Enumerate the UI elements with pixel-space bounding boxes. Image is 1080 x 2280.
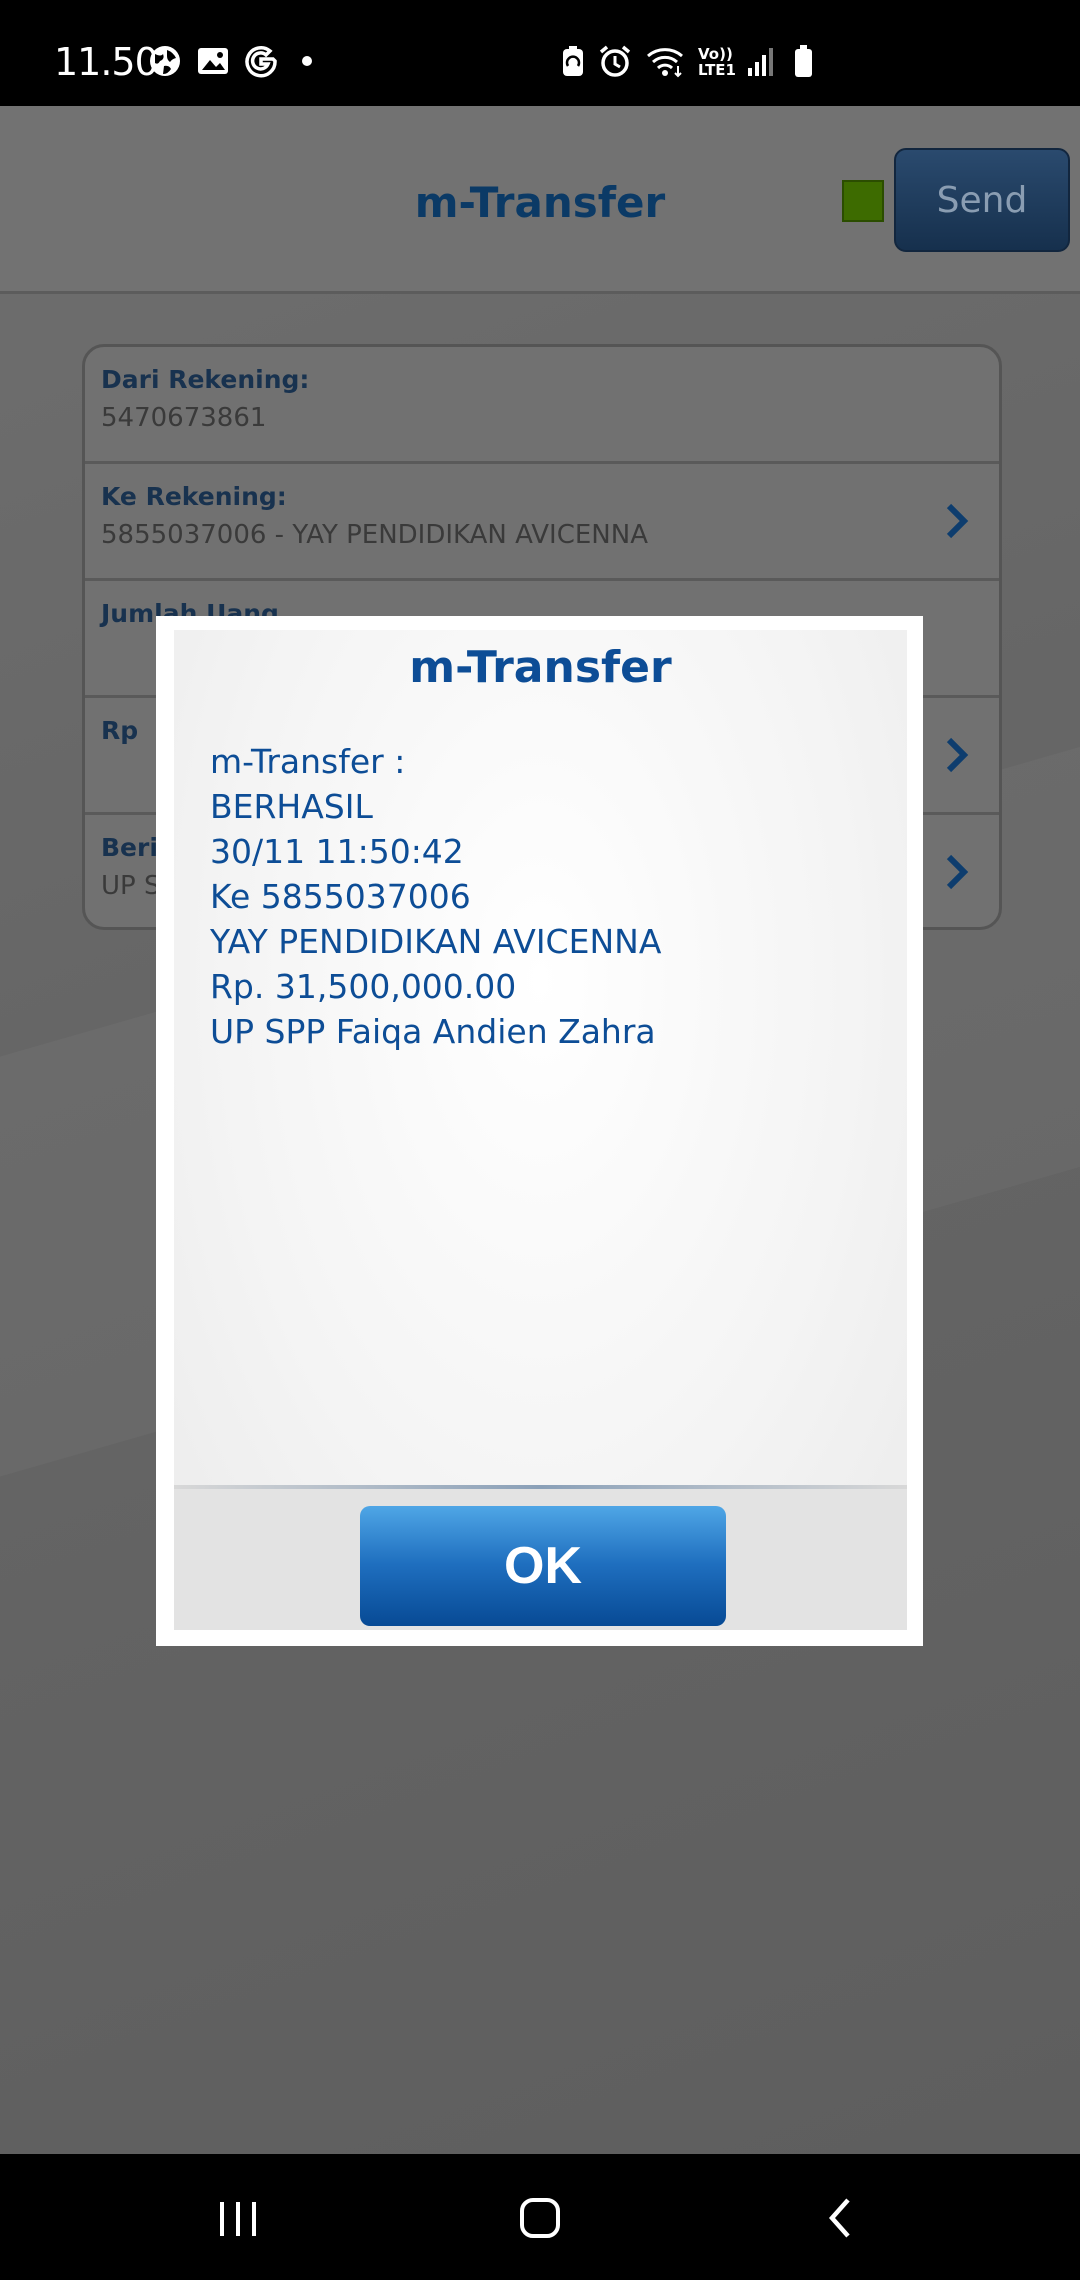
- wifi-icon: [647, 48, 683, 78]
- globe-icon: [150, 46, 180, 76]
- to-account-row[interactable]: Ke Rekening: 5855037006 - YAY PENDIDIKAN…: [85, 464, 999, 581]
- signal-icon: [748, 48, 773, 76]
- navigation-bar: [0, 2154, 1080, 2280]
- dialog-line: m-Transfer :: [210, 742, 406, 781]
- dialog-footer: OK: [174, 1489, 907, 1630]
- status-indicator: [842, 180, 884, 222]
- ok-button[interactable]: OK: [360, 1506, 726, 1626]
- battery-icon: [795, 45, 812, 77]
- volte-label: Vo)) LTE1: [698, 45, 736, 79]
- to-account-label: Ke Rekening:: [101, 482, 287, 511]
- gallery-icon: [198, 48, 228, 74]
- dialog-line: UP SPP Faiqa Andien Zahra: [210, 1012, 656, 1051]
- from-account-value: 5470673861: [101, 403, 267, 433]
- home-icon[interactable]: [510, 2188, 570, 2248]
- chevron-right-icon: [946, 854, 969, 890]
- dialog-body: m-Transfer m-Transfer : BERHASIL 30/11 1…: [174, 630, 907, 1630]
- chevron-right-icon: [946, 503, 969, 539]
- dialog-line: BERHASIL: [210, 787, 373, 826]
- chevron-right-icon: [946, 737, 969, 773]
- from-account-label: Dari Rekening:: [101, 365, 310, 394]
- google-icon: [245, 46, 277, 78]
- dialog-line: 30/11 11:50:42: [210, 832, 464, 871]
- dialog-line: Ke 5855037006: [210, 877, 471, 916]
- dialog-title: m-Transfer: [409, 642, 672, 693]
- back-icon[interactable]: [812, 2188, 872, 2248]
- recents-icon[interactable]: [208, 2188, 268, 2248]
- dialog-line: Rp. 31,500,000.00: [210, 967, 517, 1006]
- status-time: 11.50: [54, 40, 159, 84]
- battery-saver-icon: [563, 46, 583, 76]
- send-button[interactable]: Send: [894, 148, 1070, 252]
- currency-label: Rp: [101, 716, 139, 745]
- alarm-icon: [599, 45, 631, 77]
- to-account-value: 5855037006 - YAY PENDIDIKAN AVICENNA: [101, 520, 648, 550]
- dialog-line: YAY PENDIDIKAN AVICENNA: [210, 922, 662, 961]
- status-bar: 11.50 Vo)) LTE1: [0, 0, 1080, 106]
- dot-icon: [302, 56, 312, 66]
- from-account-row: Dari Rekening: 5470673861: [85, 347, 999, 464]
- result-dialog: m-Transfer m-Transfer : BERHASIL 30/11 1…: [156, 616, 923, 1646]
